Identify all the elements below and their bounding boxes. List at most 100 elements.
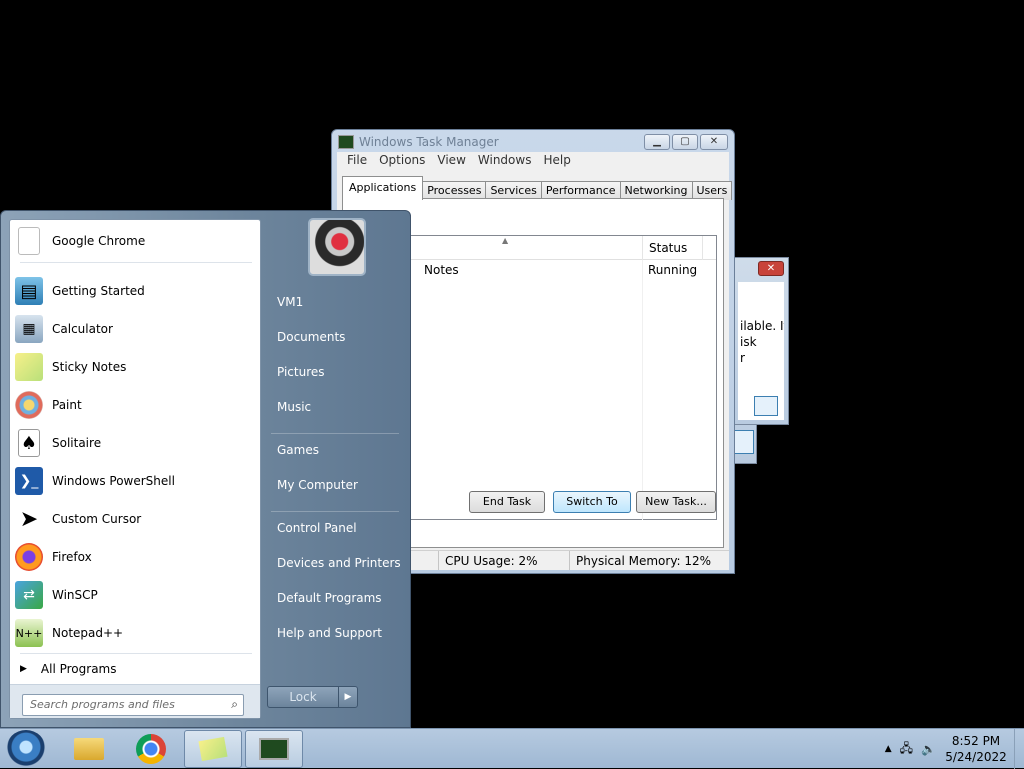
system-tray: ▲ 🖧 🔈 8:52 PM 5/24/2022 [885,729,1008,769]
volume-icon[interactable]: 🔈 [921,742,936,756]
dialog-button[interactable] [734,430,754,454]
dialog-text-line: r [740,351,745,365]
program-sticky-notes[interactable]: Sticky Notes [10,348,260,386]
tab-strip: Applications Processes Services Performa… [342,176,733,200]
title-bar[interactable]: Windows Task Manager [338,133,638,151]
tab-applications[interactable]: Applications [342,176,424,200]
chrome-logo-icon [136,734,166,764]
link-games[interactable]: Games [267,439,403,474]
start-button[interactable] [6,730,46,768]
link-default-programs[interactable]: Default Programs [267,587,403,622]
search-placeholder: Search programs and files [30,698,175,711]
menu-windows[interactable]: Windows [472,152,538,169]
monitor-icon [259,738,289,760]
sticky-note-glyph-icon [198,736,228,762]
link-control-panel[interactable]: Control Panel [267,517,403,552]
explorer-icon[interactable] [60,730,118,768]
task-manager-icon[interactable] [245,730,303,768]
program-label: Calculator [52,322,113,336]
dialog-button[interactable] [754,396,778,416]
program-label: Solitaire [52,436,102,450]
triangle-right-icon: ▶ [20,664,27,674]
show-hidden-icons-icon[interactable]: ▲ [885,744,892,754]
link-help-and-support[interactable]: Help and Support [267,622,403,657]
calculator-icon: ▦ [15,315,43,343]
program-google-chrome[interactable]: Google Chrome [10,222,260,260]
all-programs-label: All Programs [40,662,117,676]
new-task-button[interactable]: New Task... [636,491,716,513]
program-getting-started[interactable]: ▤ Getting Started [10,272,260,310]
switch-to-button[interactable]: Switch To [553,491,631,513]
network-icon[interactable]: 🖧 [900,739,913,760]
minimize-button[interactable]: ▁ [644,134,670,150]
program-custom-cursor[interactable]: ➤ Custom Cursor [10,500,260,538]
link-devices-and-printers[interactable]: Devices and Printers [267,552,403,587]
programs-pane: Google Chrome ▤ Getting Started ▦ Calcul… [9,219,261,719]
program-notepadpp[interactable]: N++ Notepad++ [10,614,260,652]
status-memory: Physical Memory: 12% [576,554,712,568]
link-my-computer[interactable]: My Computer [267,474,403,509]
search-icon[interactable]: ⌕ [231,697,238,712]
start-menu: Google Chrome ▤ Getting Started ▦ Calcul… [0,210,411,728]
menu-options[interactable]: Options [373,152,431,169]
taskbar: ▲ 🖧 🔈 8:52 PM 5/24/2022 [0,728,1024,769]
link-music[interactable]: Music [267,396,403,431]
link-documents[interactable]: Documents [267,326,403,361]
link-vm1[interactable]: VM1 [267,291,403,326]
program-label: Getting Started [52,284,145,298]
menu-view[interactable]: View [431,152,471,169]
program-calculator[interactable]: ▦ Calculator [10,310,260,348]
program-label: Notepad++ [52,626,124,640]
sticky-notes-icon[interactable] [184,730,242,768]
user-avatar[interactable] [308,218,366,276]
show-desktop-button[interactable] [1014,729,1024,769]
program-label: Firefox [52,550,92,564]
program-label: Windows PowerShell [52,474,175,488]
menu-file[interactable]: File [341,152,373,169]
lock-button[interactable]: Lock [267,686,339,708]
dialog-text-line: ilable. It [740,319,784,333]
menu-bar: File Options View Windows Help [337,152,729,169]
task-name: Notes [424,263,459,277]
close-button[interactable]: ✕ [700,134,728,150]
search-input[interactable]: Search programs and files ⌕ [22,694,244,716]
program-winscp[interactable]: ⇄ WinSCP [10,576,260,614]
separator [271,511,399,512]
program-firefox[interactable]: Firefox [10,538,260,576]
clock[interactable]: 8:52 PM 5/24/2022 [944,733,1008,765]
separator [271,433,399,434]
end-task-button[interactable]: End Task [469,491,545,513]
program-windows-powershell[interactable]: ❯_ Windows PowerShell [10,462,260,500]
powershell-icon: ❯_ [15,467,43,495]
program-label: Paint [52,398,82,412]
getting-started-icon: ▤ [15,277,43,305]
folder-icon [74,738,104,760]
program-label: Google Chrome [52,234,146,248]
program-label: WinSCP [52,588,98,602]
program-label: Custom Cursor [52,512,142,526]
maximize-button[interactable]: ▢ [672,134,698,150]
cursor-icon: ➤ [19,506,39,532]
solitaire-icon: ♠ [18,429,40,457]
menu-help[interactable]: Help [537,152,576,169]
link-pictures[interactable]: Pictures [267,361,403,396]
status-cpu: CPU Usage: 2% [439,551,570,570]
dialog-text-line: isk [740,335,757,349]
shutdown-options-arrow-icon[interactable]: ▶ [338,686,358,708]
close-icon[interactable]: ✕ [758,261,784,276]
blank-page-icon [18,227,40,255]
program-label: Sticky Notes [52,360,127,374]
sticky-notes-icon [15,353,43,381]
column-divider [642,260,643,520]
notepadpp-icon: N++ [15,619,43,647]
chrome-icon[interactable] [122,730,180,768]
program-paint[interactable]: Paint [10,386,260,424]
column-header-spacer [702,236,718,260]
program-solitaire[interactable]: ♠ Solitaire [10,424,260,462]
search-area: Search programs and files ⌕ [10,684,260,718]
task-manager-icon [338,135,354,149]
firefox-icon [15,543,43,571]
column-header-status[interactable]: Status [642,236,702,260]
all-programs-button[interactable]: ▶ All Programs [10,656,260,682]
sort-ascending-icon: ▲ [502,236,509,245]
